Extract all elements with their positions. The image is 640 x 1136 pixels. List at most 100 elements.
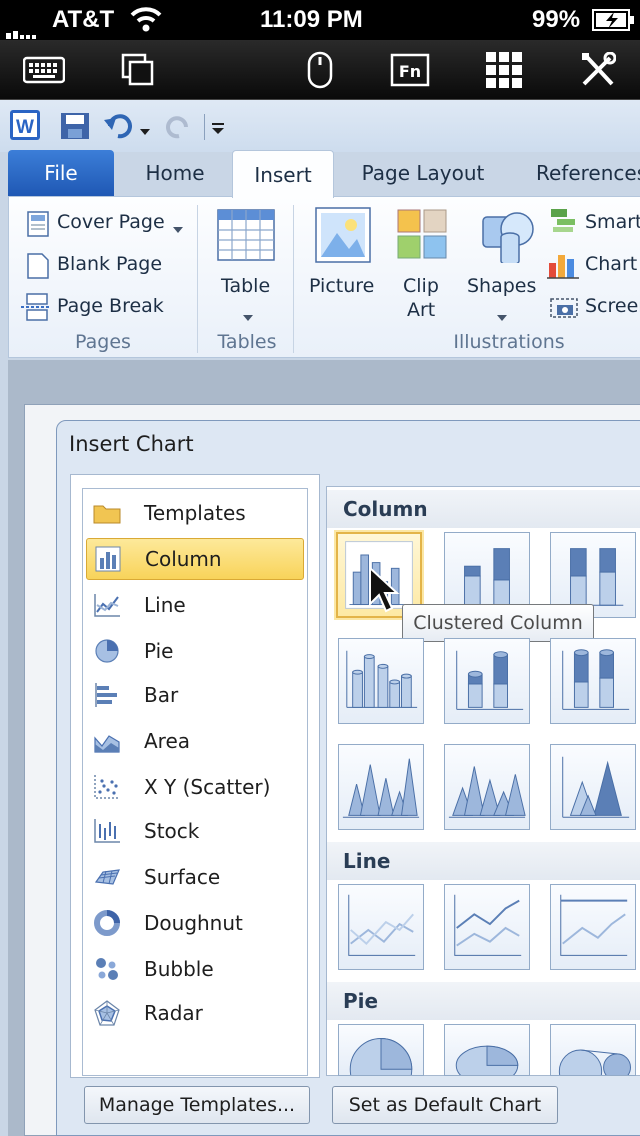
svg-text:W: W: [16, 117, 34, 138]
save-icon[interactable]: [60, 112, 90, 144]
page-break-button[interactable]: Page Break: [57, 295, 164, 317]
set-as-default-chart-button[interactable]: Set as Default Chart: [332, 1086, 558, 1124]
tooltip: Clustered Column: [402, 604, 594, 642]
smartart-icon[interactable]: [549, 207, 579, 237]
table-dropdown-icon[interactable]: [243, 307, 253, 326]
scatter-chart-icon: [92, 772, 122, 802]
chart-thumb-clustered-cylinder[interactable]: [338, 638, 424, 724]
quick-access-toolbar: W: [0, 100, 640, 152]
chart-thumb-stacked-cylinder[interactable]: [444, 638, 530, 724]
chart-thumb-100-stacked-cylinder[interactable]: [550, 638, 636, 724]
clip-art-label-2[interactable]: Art: [407, 299, 435, 321]
mouse-cursor-icon: [368, 565, 400, 618]
redo-icon[interactable]: [166, 114, 192, 144]
chart-thumb-clustered-cone[interactable]: [338, 744, 424, 830]
tab-references[interactable]: References: [528, 150, 640, 196]
tab-home[interactable]: Home: [120, 150, 230, 196]
tab-file[interactable]: File: [8, 150, 114, 196]
stock-chart-icon: [92, 816, 122, 846]
category-templates[interactable]: Templates: [86, 492, 304, 534]
category-pie[interactable]: Pie: [86, 630, 304, 672]
cover-page-icon: [27, 211, 49, 241]
section-header-line: Line: [327, 842, 640, 880]
chart-thumb-line[interactable]: [338, 884, 424, 970]
ribbon-insert-panel: Cover Page Blank Page Page Break Pages T…: [8, 196, 640, 358]
clip-art-icon[interactable]: [397, 209, 449, 265]
illustrations-group-label: Illustrations: [453, 331, 565, 353]
word-app-icon[interactable]: W: [10, 110, 40, 144]
customize-qat-icon[interactable]: [212, 120, 226, 139]
undo-dropdown-icon[interactable]: [140, 122, 150, 141]
cover-page-dropdown-icon[interactable]: [173, 219, 183, 238]
status-bar: AT&T 11:09 PM 99%: [0, 0, 640, 40]
smartart-button[interactable]: Smart: [585, 211, 640, 233]
chart-thumb-pie[interactable]: [338, 1024, 424, 1076]
category-surface[interactable]: Surface: [86, 856, 304, 898]
chart-thumb-3d-pie[interactable]: [444, 1024, 530, 1076]
remote-toolbar: Fn: [0, 40, 640, 100]
surface-chart-icon: [92, 862, 122, 892]
category-radar[interactable]: Radar: [86, 992, 304, 1034]
category-stock[interactable]: Stock: [86, 810, 304, 852]
qat-separator: [204, 114, 205, 140]
pages-group-label: Pages: [75, 331, 131, 353]
tools-icon[interactable]: [576, 48, 620, 92]
category-xy-scatter[interactable]: X Y (Scatter): [86, 766, 304, 808]
chart-thumb-pie-of-pie[interactable]: [550, 1024, 636, 1076]
fn-key-label: Fn: [399, 62, 421, 81]
battery-icon: [592, 8, 636, 39]
mouse-icon[interactable]: [298, 48, 342, 92]
category-doughnut[interactable]: Doughnut: [86, 902, 304, 944]
shapes-button[interactable]: Shapes: [467, 275, 536, 297]
screenshot-icon[interactable]: [549, 291, 581, 325]
manage-templates-button[interactable]: Manage Templates...: [84, 1086, 310, 1124]
battery-percent: 99%: [532, 6, 581, 33]
chart-thumb-stacked-line[interactable]: [444, 884, 530, 970]
tab-insert[interactable]: Insert: [232, 150, 334, 198]
tables-group-label: Tables: [217, 331, 277, 353]
chart-thumb-100-stacked-line[interactable]: [550, 884, 636, 970]
picture-icon[interactable]: [315, 207, 371, 267]
category-line[interactable]: Line: [86, 584, 304, 626]
fn-key-icon[interactable]: Fn: [388, 48, 432, 92]
clock: 11:09 PM: [260, 6, 363, 33]
chart-thumb-stacked-cone[interactable]: [444, 744, 530, 830]
category-bubble[interactable]: Bubble: [86, 948, 304, 990]
area-chart-icon: [92, 726, 122, 756]
blank-page-button[interactable]: Blank Page: [57, 253, 162, 275]
table-button[interactable]: Table: [221, 275, 270, 297]
keyboard-icon[interactable]: [22, 48, 66, 92]
section-header-pie: Pie: [327, 982, 640, 1020]
shapes-icon[interactable]: [479, 207, 537, 267]
chart-button[interactable]: Chart: [585, 253, 637, 275]
column-chart-icon: [93, 544, 123, 574]
tab-page-layout[interactable]: Page Layout: [340, 150, 506, 196]
undo-icon[interactable]: [104, 112, 132, 144]
blank-page-icon: [27, 253, 49, 283]
bar-chart-icon: [92, 680, 122, 710]
category-bar[interactable]: Bar: [86, 674, 304, 716]
group-separator: [293, 205, 294, 353]
page-break-icon: [21, 293, 51, 325]
folder-icon: [92, 498, 122, 528]
table-icon[interactable]: [217, 209, 275, 265]
section-header-column: Column: [327, 490, 640, 528]
windows-icon[interactable]: [116, 48, 160, 92]
category-area[interactable]: Area: [86, 720, 304, 762]
chart-icon[interactable]: [547, 249, 579, 283]
shapes-dropdown-icon[interactable]: [497, 307, 507, 326]
group-separator: [197, 205, 198, 353]
grid-icon[interactable]: [482, 48, 526, 92]
carrier-label: AT&T: [52, 6, 115, 33]
chart-thumb-100-stacked-cone[interactable]: [550, 744, 636, 830]
clip-art-label-1[interactable]: Clip: [403, 275, 439, 297]
wifi-icon: [130, 6, 162, 39]
line-chart-icon: [92, 590, 122, 620]
category-column[interactable]: Column: [86, 538, 304, 580]
screenshot-button[interactable]: Screen: [585, 295, 640, 317]
picture-button[interactable]: Picture: [309, 275, 374, 297]
pie-chart-icon: [92, 636, 122, 666]
bubble-chart-icon: [92, 954, 122, 984]
doughnut-chart-icon: [92, 908, 122, 938]
cover-page-button[interactable]: Cover Page: [57, 211, 165, 233]
